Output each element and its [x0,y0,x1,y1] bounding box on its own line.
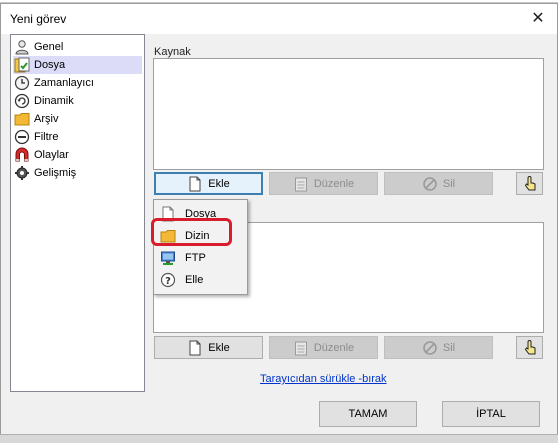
prohibited-icon [422,176,438,192]
file-copy-icon [14,57,30,73]
new-file-icon [187,176,203,192]
sidebar-item-dosya[interactable]: Dosya [13,56,142,74]
source-delete-label: Sil [442,177,456,190]
destination-add-button[interactable]: Ekle [154,336,263,359]
sidebar: Genel Dosya Zamanlayıcı Dinamik Arşiv Fi… [10,34,145,392]
sidebar-item-label: Filtre [34,131,59,143]
source-add-button[interactable]: Ekle [154,172,263,195]
sidebar-item-label: Olaylar [34,149,69,161]
sidebar-item-label: Dosya [34,59,66,71]
source-edit-label: Düzenle [313,177,355,190]
user-icon [14,39,30,55]
sidebar-item-genel[interactable]: Genel [13,38,142,56]
sidebar-item-label: Gelişmiş [34,167,77,179]
hand-pointer-icon [522,175,538,192]
menu-item-elle[interactable]: ? Elle [157,269,246,291]
sidebar-item-arsiv[interactable]: Arşiv [13,110,142,128]
hand-pointer-icon [522,339,538,356]
ok-label: TAMAM [348,408,388,420]
ftp-icon [160,250,176,266]
destination-select-button[interactable] [516,336,543,359]
destination-delete-label: Sil [442,341,456,354]
refresh-icon [14,93,30,109]
help-icon: ? [160,272,176,288]
menu-item-ftp[interactable]: FTP [157,247,246,269]
destination-edit-button[interactable]: Düzenle [269,336,378,359]
sidebar-item-dinamik[interactable]: Dinamik [13,92,142,110]
highlight-ring [151,218,232,246]
sidebar-item-olaylar[interactable]: Olaylar [13,146,142,164]
notepad-icon [293,176,309,192]
destination-delete-button[interactable]: Sil [384,336,493,359]
background-window-bottom [0,434,558,443]
destination-add-label: Ekle [208,341,230,354]
sidebar-item-label: Dinamik [34,95,74,107]
title-bar: Yeni görev ✕ [1,4,557,34]
source-label: Kaynak [154,46,191,58]
new-task-dialog: Yeni görev ✕ Genel Dosya Zamanlayıcı Din… [0,3,558,443]
clock-icon [14,75,30,91]
destination-edit-label: Düzenle [313,341,355,354]
svg-text:?: ? [165,276,171,287]
sidebar-item-label: Genel [34,41,64,53]
cancel-button[interactable]: İPTAL [442,401,540,427]
source-add-label: Ekle [208,177,230,190]
drag-drop-link[interactable]: Tarayıcıdan sürükle -bırak [260,373,387,385]
magnet-icon [14,147,30,163]
sidebar-item-zamanlayici[interactable]: Zamanlayıcı [13,74,142,92]
filter-icon [14,129,30,145]
sidebar-item-filtre[interactable]: Filtre [13,128,142,146]
gear-icon [14,165,30,181]
new-file-icon [187,340,203,356]
close-icon[interactable]: ✕ [527,8,549,30]
sidebar-item-label: Arşiv [34,113,59,125]
source-edit-button[interactable]: Düzenle [269,172,378,195]
sidebar-item-label: Zamanlayıcı [34,77,94,89]
prohibited-icon [422,340,438,356]
menu-item-label: FTP [185,252,206,264]
source-list[interactable] [153,58,544,170]
cancel-label: İPTAL [476,408,506,420]
add-context-menu: Dosya Dizin FTP ? Elle [153,199,248,295]
source-select-button[interactable] [516,172,543,195]
ok-button[interactable]: TAMAM [319,401,417,427]
source-delete-button[interactable]: Sil [384,172,493,195]
notepad-icon [293,340,309,356]
menu-item-label: Elle [185,274,204,286]
window-title: Yeni görev [10,12,67,26]
folder-icon [14,111,30,127]
sidebar-item-gelismis[interactable]: Gelişmiş [13,164,142,182]
